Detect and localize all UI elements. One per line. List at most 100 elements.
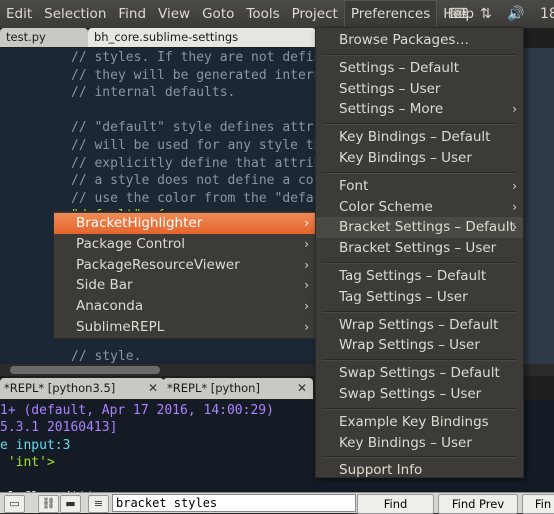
chevron-right-icon: › bbox=[512, 199, 517, 214]
minus-icon[interactable]: ▬ bbox=[60, 495, 81, 513]
find-button[interactable]: Find bbox=[357, 494, 434, 514]
submenu-item-label: Anaconda bbox=[76, 298, 144, 315]
menu-item-swap-settings-default[interactable]: Swap Settings – Default bbox=[316, 363, 523, 384]
menu-item-label: Settings – Default bbox=[339, 59, 460, 76]
menu-item-bracket-settings-default[interactable]: Bracket Settings – Default › bbox=[316, 217, 523, 239]
menu-item-key-bindings-default[interactable]: Key Bindings – Default bbox=[316, 127, 523, 148]
submenu-item-side-bar[interactable]: Side Bar › bbox=[54, 275, 317, 296]
submenu-item-brackethighlighter[interactable]: BracketHighlighter › bbox=[54, 213, 317, 234]
code-line: // will be used for any style that bbox=[71, 138, 338, 153]
menu-item-label: Settings – User bbox=[339, 80, 441, 97]
menu-item-font[interactable]: Font › bbox=[316, 176, 523, 197]
volume-icon[interactable]: 🔊 bbox=[507, 0, 527, 28]
list-icon[interactable]: ≡ bbox=[88, 495, 109, 513]
menu-selection[interactable]: Selection bbox=[38, 0, 112, 28]
keyboard-icon[interactable]: ⌨ bbox=[448, 0, 470, 28]
submenu-item-label: PackageResourceViewer bbox=[76, 256, 240, 273]
menu-item-label: Support Info bbox=[339, 462, 423, 479]
submenu-item-package-control[interactable]: Package Control › bbox=[54, 234, 317, 255]
menu-item-label: Key Bindings – User bbox=[339, 150, 472, 166]
menu-item-settings-user[interactable]: Settings – User bbox=[316, 79, 523, 100]
repl-tab-label: *REPL* [python] bbox=[167, 381, 260, 395]
menu-item-label: Bracket Settings – Default bbox=[339, 219, 515, 236]
code-line: // explicitly define that attribut bbox=[71, 155, 338, 171]
chevron-right-icon: › bbox=[512, 178, 517, 193]
repl-tab-label: *REPL* [python3.5] bbox=[4, 381, 116, 395]
menu-goto[interactable]: Goto bbox=[196, 0, 240, 28]
menu-tools[interactable]: Tools bbox=[240, 0, 285, 28]
chevron-right-icon: › bbox=[304, 216, 309, 230]
menu-item-label: Swap Settings – User bbox=[339, 386, 482, 402]
menu-item-label: Key Bindings – User bbox=[339, 434, 472, 451]
tab-bh-core-sublime-settings[interactable]: bh_core.sublime-settings bbox=[88, 28, 316, 47]
menu-item-label: Example Key Bindings bbox=[339, 413, 489, 430]
find-all-button[interactable]: Fin bbox=[522, 494, 554, 514]
preferences-menu: Browse Packages… Settings – Default Settin… bbox=[315, 27, 524, 478]
menu-preferences[interactable]: Preferences bbox=[343, 0, 438, 29]
code-line: // they will be generated internal bbox=[71, 67, 338, 83]
menu-separator bbox=[322, 310, 517, 313]
code-line: // use the color from the "default bbox=[71, 190, 338, 206]
submenu-item-label: SublimeREPL bbox=[76, 319, 165, 335]
menu-item-swap-settings-user[interactable]: Swap Settings – User bbox=[316, 384, 523, 405]
code-line: // "default" style defines attribu bbox=[71, 120, 338, 136]
close-icon[interactable]: ✕ bbox=[297, 378, 307, 399]
repl-tab[interactable]: *REPL* [python3.5] ✕ bbox=[0, 378, 164, 399]
menu-bar: Edit Selection Find View Goto Tools Project Pre… bbox=[0, 0, 554, 29]
menu-item-tag-settings-default[interactable]: Tag Settings – Default bbox=[316, 266, 523, 287]
submenu-item-packageresourceviewer[interactable]: PackageResourceViewer › bbox=[54, 255, 317, 276]
menu-separator bbox=[322, 262, 517, 264]
menu-item-key-bindings-user[interactable]: Key Bindings – User bbox=[316, 148, 523, 169]
menu-item-wrap-settings-default[interactable]: Wrap Settings – Default bbox=[316, 315, 523, 336]
repl-line: 5.3.1 20160413] bbox=[0, 420, 118, 436]
menu-item-label: Bracket Settings – User bbox=[339, 240, 497, 257]
chevron-right-icon: › bbox=[512, 102, 517, 117]
chevron-right-icon: › bbox=[304, 320, 309, 334]
menu-item-browse-packages[interactable]: Browse Packages… bbox=[316, 30, 523, 51]
menu-item-bracket-settings-user[interactable]: Bracket Settings – User bbox=[316, 238, 523, 259]
menu-item-key-bindings-user[interactable]: Key Bindings – User bbox=[316, 433, 523, 454]
submenu-item-anaconda[interactable]: Anaconda › bbox=[54, 296, 317, 317]
link-icon[interactable]: ⛓ bbox=[38, 495, 59, 513]
menu-find[interactable]: Find bbox=[112, 0, 152, 28]
submenu-item-label: Package Control bbox=[76, 235, 186, 252]
code-line: // styles. If they are not defined bbox=[71, 50, 338, 65]
find-prev-button[interactable]: Find Prev bbox=[438, 494, 518, 514]
submenu-item-sublimerepl[interactable]: SublimeREPL › bbox=[54, 317, 317, 338]
menu-item-example-key-bindings[interactable]: Example Key Bindings bbox=[316, 412, 523, 433]
chevron-right-icon: › bbox=[512, 220, 517, 235]
repl-line: 'int'> bbox=[0, 454, 55, 470]
menu-item-label: Color Scheme bbox=[339, 198, 433, 215]
menu-item-support-info[interactable]: Support Info bbox=[316, 460, 523, 481]
options-icon[interactable]: ▭ bbox=[4, 495, 25, 513]
menu-item-label: Wrap Settings – Default bbox=[339, 316, 499, 333]
minimap[interactable] bbox=[522, 48, 554, 364]
menu-item-settings-default[interactable]: Settings – Default bbox=[316, 58, 523, 79]
code-line: // style. bbox=[71, 349, 142, 365]
repl-tab[interactable]: *REPL* [python] ✕ bbox=[163, 378, 313, 399]
menu-item-tag-settings-user[interactable]: Tag Settings – User bbox=[316, 287, 523, 308]
chevron-right-icon: › bbox=[304, 299, 309, 314]
menu-edit[interactable]: Edit bbox=[0, 0, 38, 28]
scrollbar-thumb[interactable] bbox=[10, 366, 160, 374]
menu-separator bbox=[322, 123, 517, 126]
menu-item-wrap-settings-user[interactable]: Wrap Settings – User bbox=[316, 335, 523, 356]
network-arrows-icon[interactable]: ⇅ bbox=[480, 0, 498, 28]
menu-project[interactable]: Project bbox=[286, 0, 344, 28]
submenu-item-label: BracketHighlighter bbox=[76, 215, 203, 231]
close-icon[interactable]: ✕ bbox=[148, 378, 158, 399]
repl-line: 1+ (default, Apr 17 2016, 14:00:29) bbox=[0, 403, 274, 418]
clock[interactable]: 18: bbox=[540, 0, 554, 28]
tab-test-py[interactable]: test.py bbox=[0, 28, 88, 47]
menu-separator bbox=[322, 456, 517, 459]
find-input[interactable]: bracket styles bbox=[112, 494, 356, 512]
chevron-right-icon: › bbox=[304, 236, 309, 251]
menu-item-label: Tag Settings – Default bbox=[339, 268, 487, 284]
menu-item-label: Wrap Settings – User bbox=[339, 337, 480, 354]
menu-item-label: Swap Settings – Default bbox=[339, 365, 500, 382]
menu-separator bbox=[322, 171, 517, 174]
code-line: // a style does not define a color bbox=[71, 173, 338, 189]
menu-item-color-scheme[interactable]: Color Scheme › bbox=[316, 197, 523, 218]
menu-item-settings-more[interactable]: Settings – More › bbox=[316, 99, 523, 120]
menu-view[interactable]: View bbox=[152, 0, 196, 28]
